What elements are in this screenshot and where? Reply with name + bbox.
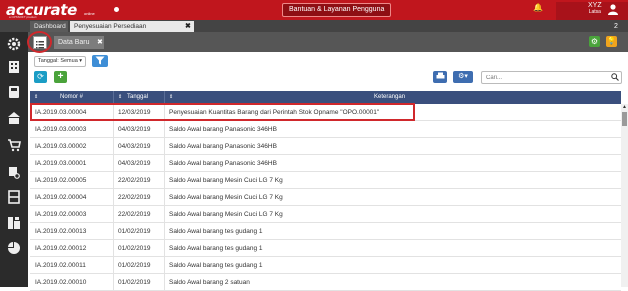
table-settings-button[interactable]: ⚙▾ — [453, 71, 473, 83]
table-body: IA.2019.03.00004 12/03/2019 Penyesuaian … — [30, 104, 621, 291]
cell-tanggal: 01/02/2019 — [118, 245, 151, 252]
gear-icon[interactable]: ⚙ — [589, 36, 600, 47]
settings-gear-icon[interactable] — [7, 37, 21, 51]
cell-keterangan: Saldo Awal barang 2 satuan — [169, 279, 250, 286]
cell-keterangan: Saldo Awal barang Panasonic 346HB — [169, 126, 277, 133]
cell-tanggal: 04/03/2019 — [118, 126, 151, 133]
add-button[interactable]: + — [54, 71, 67, 83]
cell-nomor: IA.2019.02.00011 — [35, 262, 86, 269]
inventory-box-icon[interactable] — [7, 190, 21, 204]
date-filter-select[interactable]: Tanggal: Semua ▾ — [34, 56, 86, 67]
cell-nomor: IA.2019.02.00005 — [35, 177, 87, 184]
cell-nomor: IA.2019.03.00001 — [35, 160, 87, 167]
table-scrollbar[interactable] — [621, 104, 628, 287]
table-row[interactable]: IA.2019.03.00003 04/03/2019 Saldo Awal b… — [30, 121, 621, 138]
cell-nomor: IA.2019.03.00002 — [35, 143, 87, 150]
table-row[interactable]: IA.2019.02.00011 01/02/2019 Saldo Awal b… — [30, 257, 621, 274]
filter-funnel-button[interactable] — [92, 55, 108, 67]
cell-keterangan: Saldo Awal barang Mesin Cuci LG 7 Kg — [169, 211, 283, 218]
cell-keterangan: Saldo Awal barang tes gudang 1 — [169, 262, 263, 269]
shopping-cart-icon[interactable] — [7, 138, 21, 152]
table-row[interactable]: IA.2019.02.00012 01/02/2019 Saldo Awal b… — [30, 240, 621, 257]
cell-tanggal: 22/02/2019 — [118, 194, 151, 201]
tab-penyesuaian-persediaan[interactable]: Penyesuaian Persediaan — [70, 21, 194, 32]
table-row[interactable]: IA.2019.03.00002 04/03/2019 Saldo Awal b… — [30, 138, 621, 155]
highlight-annotation-row — [30, 103, 415, 121]
data-baru-close-icon[interactable]: ✖ — [97, 36, 103, 49]
status-dot — [114, 7, 119, 12]
highlight-annotation-circle — [27, 31, 52, 53]
cell-keterangan: Saldo Awal barang tes gudang 1 — [169, 228, 263, 235]
bank-card-icon[interactable] — [7, 111, 21, 125]
lightbulb-icon[interactable]: 💡 — [606, 36, 617, 47]
cash-register-icon[interactable] — [7, 85, 21, 99]
cell-tanggal: 04/03/2019 — [118, 143, 151, 150]
cell-keterangan: Saldo Awal barang Mesin Cuci LG 7 Kg — [169, 177, 283, 184]
scroll-thumb[interactable] — [622, 112, 627, 126]
top-header: accurate online a CPSSOFT product Bantua… — [0, 0, 628, 20]
user-name-line2: Latsa — [588, 9, 601, 15]
cell-tanggal: 01/02/2019 — [118, 279, 151, 286]
table-row[interactable]: IA.2019.02.00005 22/02/2019 Saldo Awal b… — [30, 172, 621, 189]
table-row[interactable]: IA.2019.03.00001 04/03/2019 Saldo Awal b… — [30, 155, 621, 172]
tab-close-icon[interactable]: ✖ — [185, 21, 191, 32]
date-filter-label: Tanggal: Semua — [38, 58, 78, 64]
bell-icon[interactable]: 🔔 — [533, 3, 543, 12]
sidebar — [0, 32, 28, 287]
cell-keterangan: Saldo Awal barang Panasonic 346HB — [169, 160, 277, 167]
user-avatar-icon[interactable] — [607, 3, 619, 15]
cell-nomor: IA.2019.02.00012 — [35, 245, 87, 252]
refresh-button[interactable]: ⟳ — [34, 71, 47, 83]
scroll-up-arrow-icon[interactable]: ▲ — [621, 104, 628, 111]
search-input[interactable] — [481, 71, 622, 84]
cell-tanggal: 04/03/2019 — [118, 160, 151, 167]
printer-icon — [436, 72, 444, 79]
cell-keterangan: Saldo Awal barang Mesin Cuci LG 7 Kg — [169, 194, 283, 201]
cell-nomor: IA.2019.02.00013 — [35, 228, 87, 235]
calculator-icon[interactable] — [7, 216, 21, 230]
logo-tagline: a CPSSOFT product — [9, 15, 37, 19]
print-button[interactable] — [433, 71, 447, 83]
table-row[interactable]: IA.2019.02.00004 22/02/2019 Saldo Awal b… — [30, 189, 621, 206]
tab-counter[interactable]: 2 — [614, 21, 618, 32]
user-name[interactable]: XYZ Latsa — [588, 2, 602, 16]
table-row[interactable]: IA.2019.02.00010 01/02/2019 Saldo Awal b… — [30, 274, 621, 291]
help-button[interactable]: Bantuan & Layanan Pengguna — [282, 3, 392, 17]
delivery-truck-icon[interactable] — [7, 165, 21, 179]
cell-tanggal: 22/02/2019 — [118, 211, 151, 218]
chevron-down-icon: ▾ — [79, 58, 83, 64]
cell-keterangan: Saldo Awal barang tes gudang 1 — [169, 245, 263, 252]
table-row[interactable]: IA.2019.02.00013 01/02/2019 Saldo Awal b… — [30, 223, 621, 240]
table-row[interactable]: IA.2019.02.00003 22/02/2019 Saldo Awal b… — [30, 206, 621, 223]
cell-keterangan: Saldo Awal barang Panasonic 346HB — [169, 143, 277, 150]
funnel-icon — [95, 56, 105, 65]
building-icon[interactable] — [7, 60, 21, 74]
cell-nomor: IA.2019.02.00003 — [35, 211, 87, 218]
cell-tanggal: 01/02/2019 — [118, 228, 151, 235]
cell-nomor: IA.2019.02.00004 — [35, 194, 87, 201]
pie-chart-icon[interactable] — [7, 241, 21, 255]
logo-suffix: online — [84, 11, 95, 16]
cell-nomor: IA.2019.02.00010 — [35, 279, 87, 286]
cell-tanggal: 22/02/2019 — [118, 177, 151, 184]
search-icon[interactable] — [611, 73, 619, 81]
cell-tanggal: 01/02/2019 — [118, 262, 151, 269]
cell-nomor: IA.2019.03.00003 — [35, 126, 87, 133]
user-name-line1: XYZ — [588, 2, 602, 9]
list-toolbar — [28, 32, 628, 52]
